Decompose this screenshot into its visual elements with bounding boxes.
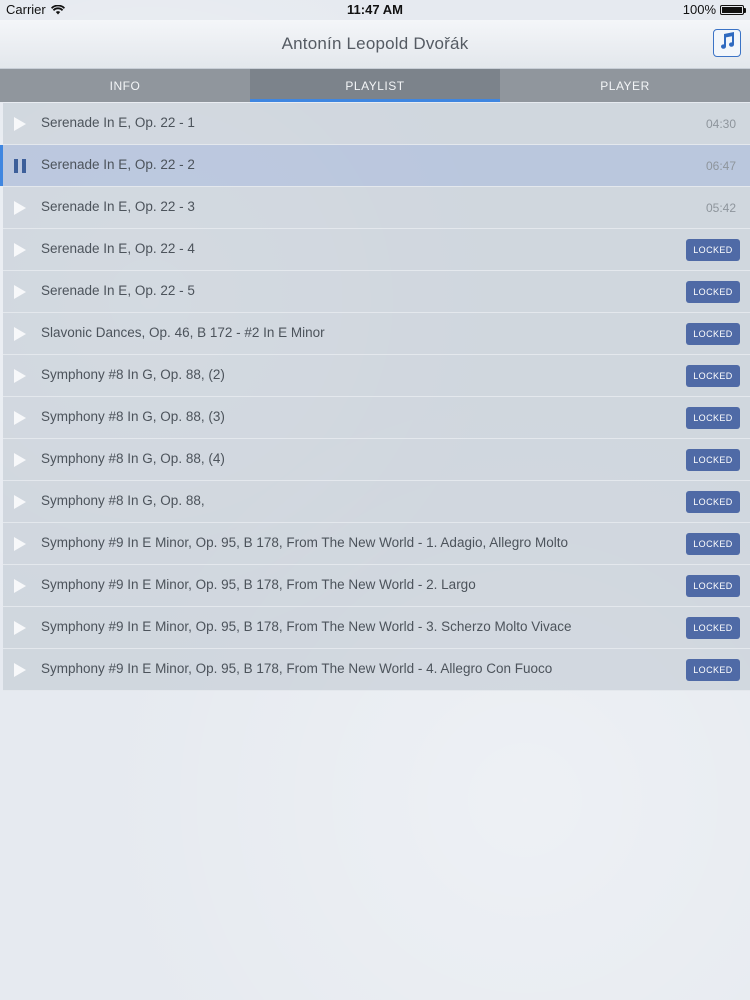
track-title: Serenade In E, Op. 22 - 4 (41, 241, 195, 256)
track-title: Symphony #8 In G, Op. 88, (2) (41, 367, 225, 382)
track-title: Slavonic Dances, Op. 46, B 172 - #2 In E… (41, 325, 325, 340)
locked-badge[interactable]: LOCKED (686, 281, 740, 303)
locked-badge[interactable]: LOCKED (686, 239, 740, 261)
locked-badge[interactable]: LOCKED (686, 659, 740, 681)
track-row[interactable]: Serenade In E, Op. 22 - 1 04:30 (3, 103, 750, 145)
track-duration: 05:42 (705, 201, 736, 215)
page-title: Antonín Leopold Dvořák (281, 34, 469, 53)
locked-badge[interactable]: LOCKED (686, 575, 740, 597)
play-icon[interactable] (14, 578, 28, 594)
track-title: Serenade In E, Op. 22 - 2 (41, 157, 195, 172)
track-row-current[interactable]: Serenade In E, Op. 22 - 2 06:47 (0, 145, 750, 187)
track-title: Symphony #9 In E Minor, Op. 95, B 178, F… (41, 619, 572, 634)
track-row[interactable]: Serenade In E, Op. 22 - 4 LOCKED (3, 229, 750, 271)
track-row[interactable]: Symphony #8 In G, Op. 88, (2) LOCKED (3, 355, 750, 397)
locked-badge[interactable]: LOCKED (686, 533, 740, 555)
play-icon[interactable] (14, 242, 28, 258)
track-row[interactable]: Symphony #9 In E Minor, Op. 95, B 178, F… (3, 565, 750, 607)
music-note-icon (719, 31, 735, 55)
track-title: Serenade In E, Op. 22 - 3 (41, 199, 195, 214)
locked-badge[interactable]: LOCKED (686, 365, 740, 387)
app-screen: Carrier 11:47 AM 100% Antonín Leopold Dv… (0, 0, 750, 1000)
battery-percent: 100% (682, 2, 716, 17)
locked-badge[interactable]: LOCKED (686, 323, 740, 345)
play-icon[interactable] (14, 620, 28, 636)
track-row[interactable]: Symphony #8 In G, Op. 88, (3) LOCKED (3, 397, 750, 439)
playlist: Serenade In E, Op. 22 - 1 04:30 Serenade… (0, 103, 750, 691)
track-title: Symphony #9 In E Minor, Op. 95, B 178, F… (41, 577, 476, 592)
locked-badge[interactable]: LOCKED (686, 617, 740, 639)
tab-label: INFO (109, 78, 141, 93)
music-button[interactable] (713, 29, 741, 57)
play-icon[interactable] (14, 326, 28, 342)
play-icon[interactable] (14, 116, 28, 132)
play-icon[interactable] (14, 368, 28, 384)
play-icon[interactable] (14, 452, 28, 468)
tab-label: PLAYER (600, 78, 650, 93)
battery-fill (722, 6, 742, 13)
tab-playlist[interactable]: PLAYLIST (250, 69, 500, 102)
track-row[interactable]: Slavonic Dances, Op. 46, B 172 - #2 In E… (3, 313, 750, 355)
tab-info[interactable]: INFO (0, 69, 250, 102)
track-row[interactable]: Symphony #9 In E Minor, Op. 95, B 178, F… (3, 607, 750, 649)
track-row[interactable]: Symphony #9 In E Minor, Op. 95, B 178, F… (3, 523, 750, 565)
track-row[interactable]: Symphony #9 In E Minor, Op. 95, B 178, F… (3, 649, 750, 691)
track-row[interactable]: Symphony #8 In G, Op. 88, LOCKED (3, 481, 750, 523)
track-row[interactable]: Serenade In E, Op. 22 - 5 LOCKED (3, 271, 750, 313)
tab-player[interactable]: PLAYER (500, 69, 750, 102)
track-row[interactable]: Serenade In E, Op. 22 - 3 05:42 (3, 187, 750, 229)
battery-group: 100% (682, 2, 746, 17)
title-bar: Antonín Leopold Dvořák (0, 20, 750, 69)
play-icon[interactable] (14, 284, 28, 300)
track-title: Serenade In E, Op. 22 - 5 (41, 283, 195, 298)
track-title: Symphony #8 In G, Op. 88, (41, 493, 205, 508)
locked-badge[interactable]: LOCKED (686, 449, 740, 471)
track-title: Symphony #9 In E Minor, Op. 95, B 178, F… (41, 661, 553, 676)
locked-badge[interactable]: LOCKED (686, 407, 740, 429)
play-icon[interactable] (14, 662, 28, 678)
track-title: Symphony #9 In E Minor, Op. 95, B 178, F… (41, 535, 569, 550)
play-icon[interactable] (14, 494, 28, 510)
track-title: Symphony #8 In G, Op. 88, (4) (41, 451, 225, 466)
play-icon[interactable] (14, 536, 28, 552)
track-title: Serenade In E, Op. 22 - 1 (41, 115, 195, 130)
status-bar: Carrier 11:47 AM 100% (0, 0, 750, 20)
status-time: 11:47 AM (347, 2, 403, 17)
locked-badge[interactable]: LOCKED (686, 491, 740, 513)
play-icon[interactable] (14, 200, 28, 216)
track-row[interactable]: Symphony #8 In G, Op. 88, (4) LOCKED (3, 439, 750, 481)
pause-icon[interactable] (14, 158, 28, 174)
track-duration: 04:30 (705, 117, 736, 131)
tab-label: PLAYLIST (345, 78, 405, 93)
tab-bar: INFO PLAYLIST PLAYER (0, 69, 750, 102)
play-icon[interactable] (14, 410, 28, 426)
track-title: Symphony #8 In G, Op. 88, (3) (41, 409, 225, 424)
track-duration: 06:47 (705, 159, 736, 173)
battery-icon (720, 4, 746, 15)
